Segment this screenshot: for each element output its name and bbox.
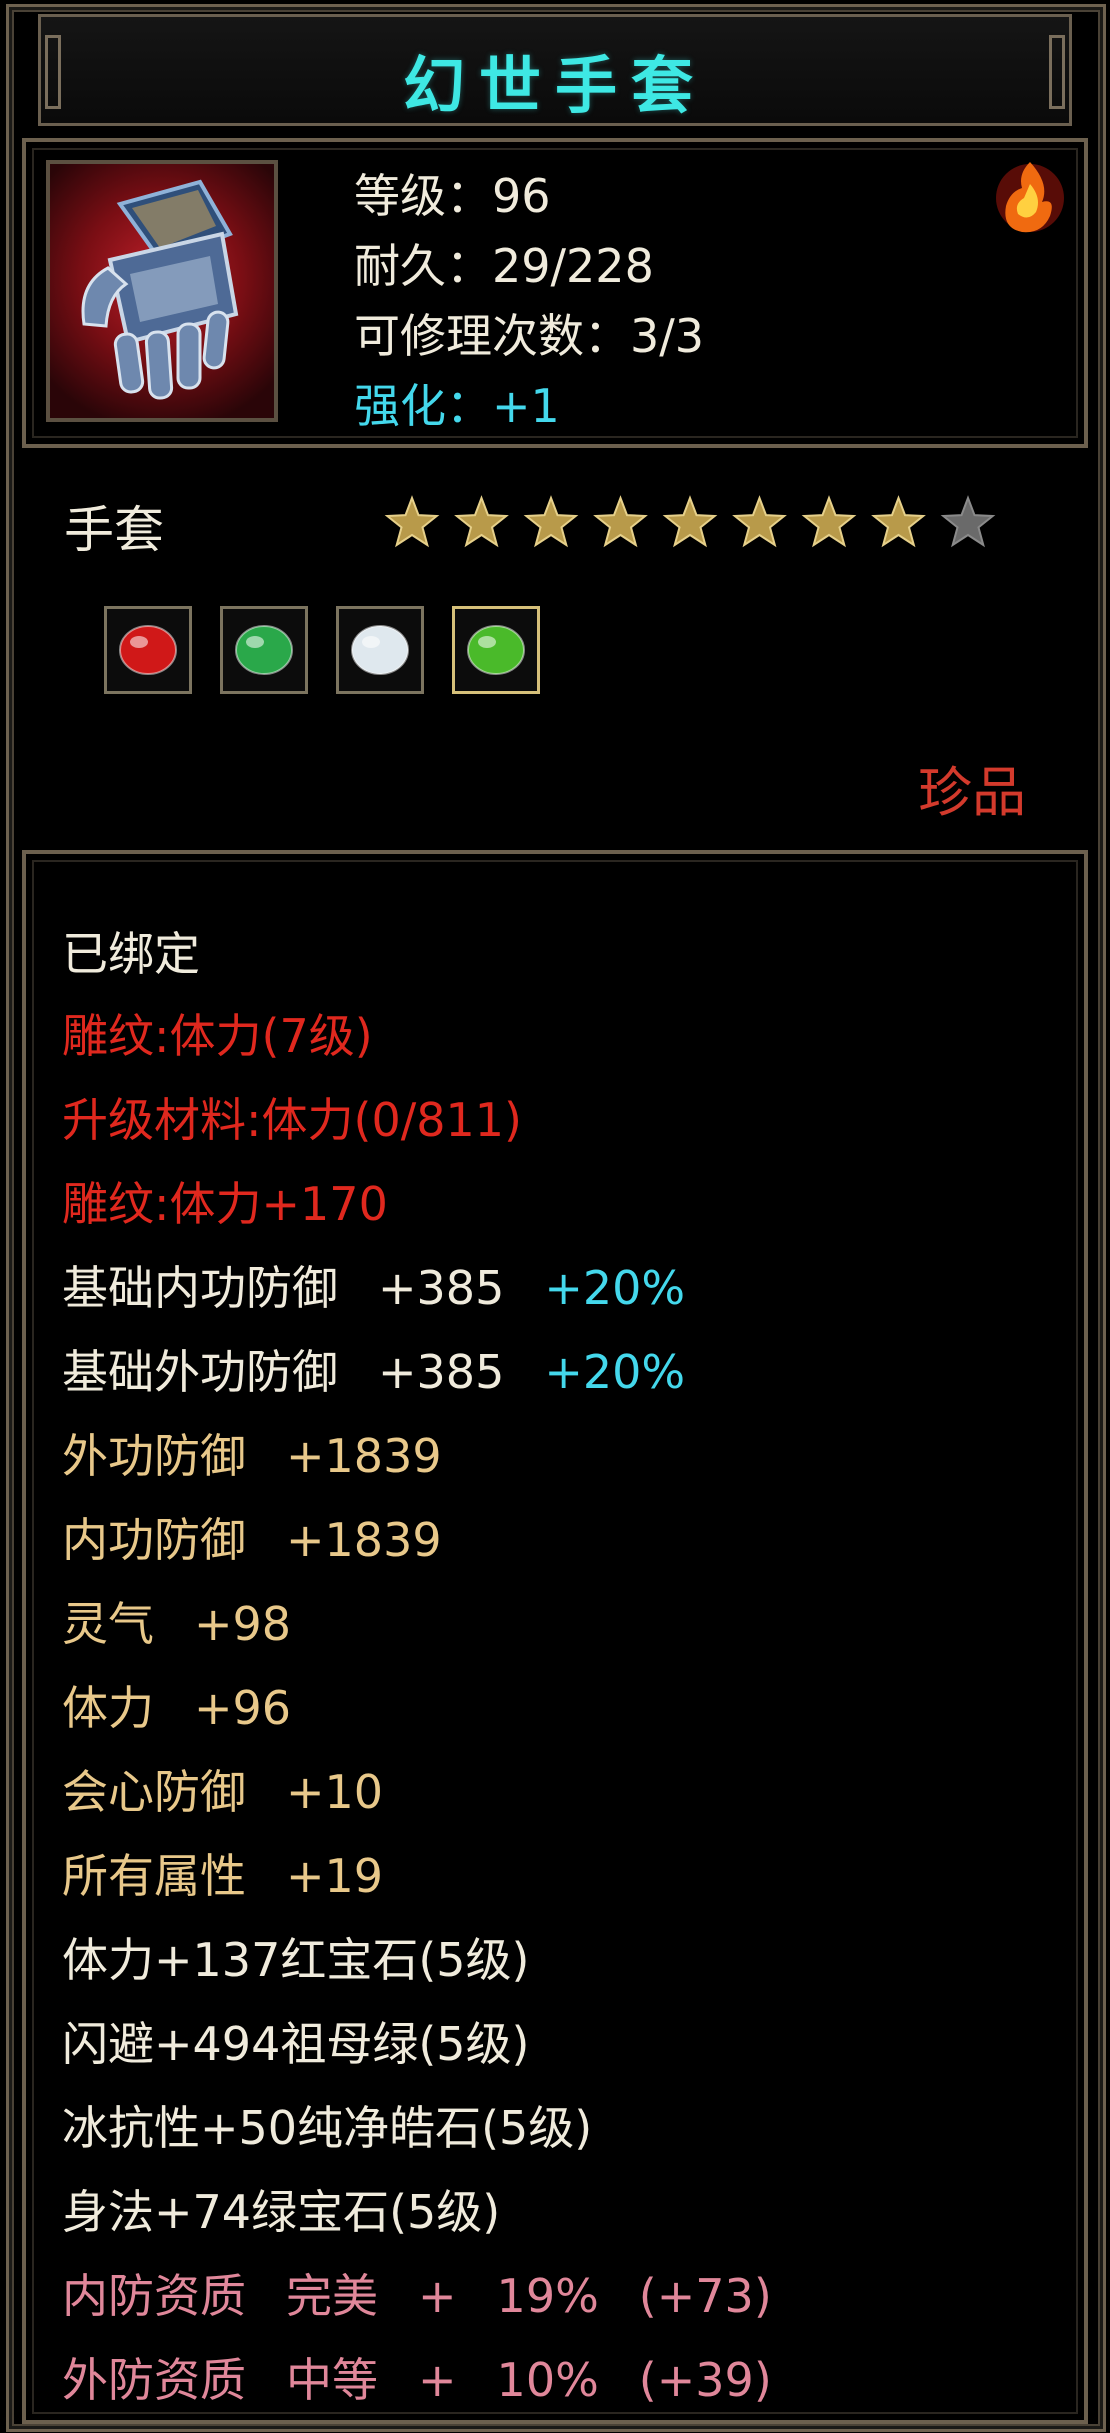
item-repair-count: 可修理次数：3/3 — [354, 309, 705, 363]
emerald-gem-icon[interactable] — [220, 606, 308, 694]
title-bar: 幻世手套 — [38, 14, 1072, 126]
star-filled-icon — [732, 495, 787, 548]
star-filled-icon — [662, 495, 718, 548]
crit-defense: 会心防御 +10 — [62, 1765, 384, 1819]
star-filled-icon — [871, 495, 926, 548]
base-inner-defense: 基础内功防御 +385 +20% — [62, 1261, 686, 1315]
item-info-panel: 等级：96 耐久：29/228 可修理次数：3/3 强化：+1 — [22, 138, 1088, 448]
base-outer-defense: 基础外功防御 +385 +20% — [62, 1345, 686, 1399]
green-gem-icon[interactable] — [452, 606, 540, 694]
stamina-stat: 体力 +96 — [62, 1681, 292, 1735]
star-rating — [384, 495, 996, 548]
outer-defense: 外功防御 +1839 — [62, 1429, 442, 1483]
star-empty-icon — [940, 495, 996, 548]
spirit-stat: 灵气 +98 — [62, 1597, 292, 1651]
star-filled-icon — [454, 495, 509, 548]
gem-bonus-emerald: 闪避+494祖母绿(5级) — [62, 2017, 530, 2071]
star-filled-icon — [801, 495, 857, 548]
item-title: 幻世手套 — [402, 49, 707, 122]
item-type: 手套 — [64, 501, 164, 559]
bound-status: 已绑定 — [62, 927, 200, 981]
item-durability: 耐久：29/228 — [354, 239, 654, 293]
inner-defense: 内功防御 +1839 — [62, 1513, 442, 1567]
rarity-label: 珍品 — [918, 761, 1026, 824]
ruby-gem-icon[interactable] — [104, 606, 192, 694]
upgrade-material: 升级材料:体力(0/811) — [62, 1093, 522, 1147]
gauntlet-icon[interactable] — [46, 160, 278, 422]
fire-icon — [992, 154, 1068, 238]
item-enhance: 强化：+1 — [354, 379, 560, 433]
engrave-bonus: 雕纹:体力+170 — [62, 1177, 388, 1231]
outer-defense-quality: 外防资质 中等 +10% (+39) — [62, 2353, 772, 2407]
star-filled-icon — [523, 495, 579, 548]
gem-bonus-green: 身法+74绿宝石(5级) — [62, 2185, 501, 2239]
all-attributes: 所有属性 +19 — [62, 1849, 384, 1903]
star-filled-icon — [593, 495, 648, 548]
gem-slots — [104, 606, 564, 698]
item-level: 等级：96 — [354, 169, 551, 223]
gem-bonus-diamond: 冰抗性+50纯净皓石(5级) — [62, 2101, 593, 2155]
diamond-gem-icon[interactable] — [336, 606, 424, 694]
gem-bonus-ruby: 体力+137红宝石(5级) — [62, 1933, 530, 1987]
engrave-level: 雕纹:体力(7级) — [62, 1009, 373, 1063]
inner-defense-quality: 内防资质 完美 +19% (+73) — [62, 2269, 772, 2323]
star-filled-icon — [384, 495, 440, 548]
